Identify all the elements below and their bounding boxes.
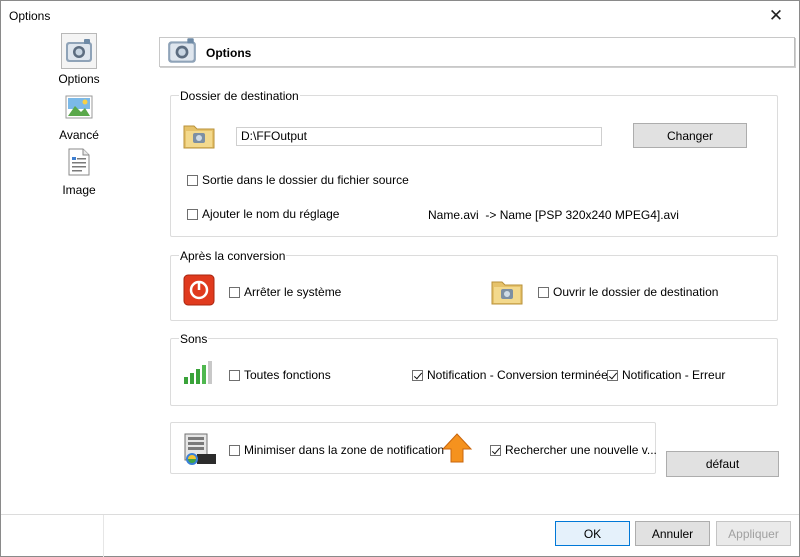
sidebar-item-options[interactable]: Options xyxy=(41,33,117,86)
checkbox-box[interactable] xyxy=(412,369,423,381)
checkbox-label: Notification - Conversion terminée xyxy=(427,368,608,382)
folder-icon xyxy=(491,281,523,305)
checkbox-box[interactable] xyxy=(229,369,240,381)
ok-button[interactable]: OK xyxy=(555,521,630,546)
checkbox-label: Ajouter le nom du réglage xyxy=(202,207,340,221)
update-arrow-icon xyxy=(441,433,473,463)
sidebar-item-advanced[interactable]: Avancé xyxy=(41,89,117,142)
checkbox-box[interactable] xyxy=(229,286,240,298)
sidebar-item-label: Avancé xyxy=(59,128,99,142)
shutdown-icon xyxy=(183,274,215,306)
image-icon xyxy=(68,148,90,176)
add-preset-name-checkbox[interactable]: Ajouter le nom du réglage xyxy=(187,207,339,221)
notify-done-checkbox[interactable]: Notification - Conversion terminée xyxy=(412,368,608,382)
footer-left-panel xyxy=(1,515,104,557)
checkbox-box[interactable] xyxy=(607,369,618,381)
notify-error-checkbox[interactable]: Notification - Erreur xyxy=(607,368,725,382)
signal-bars-icon xyxy=(184,361,212,384)
checkbox-box[interactable] xyxy=(538,286,549,298)
folder-icon xyxy=(183,125,215,149)
checkbox-label: Notification - Erreur xyxy=(622,368,726,382)
shutdown-checkbox[interactable]: Arrêter le système xyxy=(229,285,341,299)
tray-icon xyxy=(184,433,216,465)
close-icon[interactable]: ✕ xyxy=(753,1,799,31)
checkbox-label: Arrêter le système xyxy=(244,285,342,299)
filename-example: Name.avi -> Name [PSP 320x240 MPEG4].avi xyxy=(428,208,679,222)
options-icon xyxy=(66,39,92,62)
checkbox-label: Rechercher une nouvelle v... xyxy=(505,443,657,457)
checkbox-label: Toutes fonctions xyxy=(244,368,331,382)
checkbox-label: Ouvrir le dossier de destination xyxy=(553,285,719,299)
output-in-source-checkbox[interactable]: Sortie dans le dossier du fichier source xyxy=(187,173,409,187)
options-icon xyxy=(168,38,196,63)
window-title: Options xyxy=(9,9,51,23)
open-folder-checkbox[interactable]: Ouvrir le dossier de destination xyxy=(538,285,718,299)
sidebar-item-label: Options xyxy=(58,72,100,86)
group-title: Sons xyxy=(179,332,209,346)
sidebar-item-label: Image xyxy=(62,183,96,197)
checkbox-box[interactable] xyxy=(187,208,198,220)
sidebar-item-image[interactable]: Image xyxy=(41,144,117,197)
cancel-button[interactable]: Annuler xyxy=(635,521,710,546)
checkbox-box[interactable] xyxy=(187,174,198,186)
footer-divider xyxy=(1,514,799,515)
page-title: Options xyxy=(206,46,252,60)
page-header: Options xyxy=(159,37,795,67)
minimize-tray-checkbox[interactable]: Minimiser dans la zone de notification xyxy=(229,443,444,457)
options-dialog: Options ✕ Options Avancé Image Options D… xyxy=(0,0,800,557)
checkbox-box[interactable] xyxy=(490,444,501,456)
checkbox-label: Minimiser dans la zone de notification xyxy=(244,443,445,457)
title-bar: Options ✕ xyxy=(1,1,799,31)
check-updates-checkbox[interactable]: Rechercher une nouvelle v... xyxy=(490,443,657,457)
advanced-icon xyxy=(65,95,93,119)
destination-path-field[interactable]: D:\FFOutput xyxy=(236,127,602,146)
group-title: Dossier de destination xyxy=(179,89,300,103)
apply-button[interactable]: Appliquer xyxy=(716,521,791,546)
change-button[interactable]: Changer xyxy=(633,123,747,148)
checkbox-label: Sortie dans le dossier du fichier source xyxy=(202,173,409,187)
all-sounds-checkbox[interactable]: Toutes fonctions xyxy=(229,368,331,382)
checkbox-box[interactable] xyxy=(229,444,240,456)
group-title: Après la conversion xyxy=(179,249,287,263)
default-button[interactable]: défaut xyxy=(666,451,779,477)
